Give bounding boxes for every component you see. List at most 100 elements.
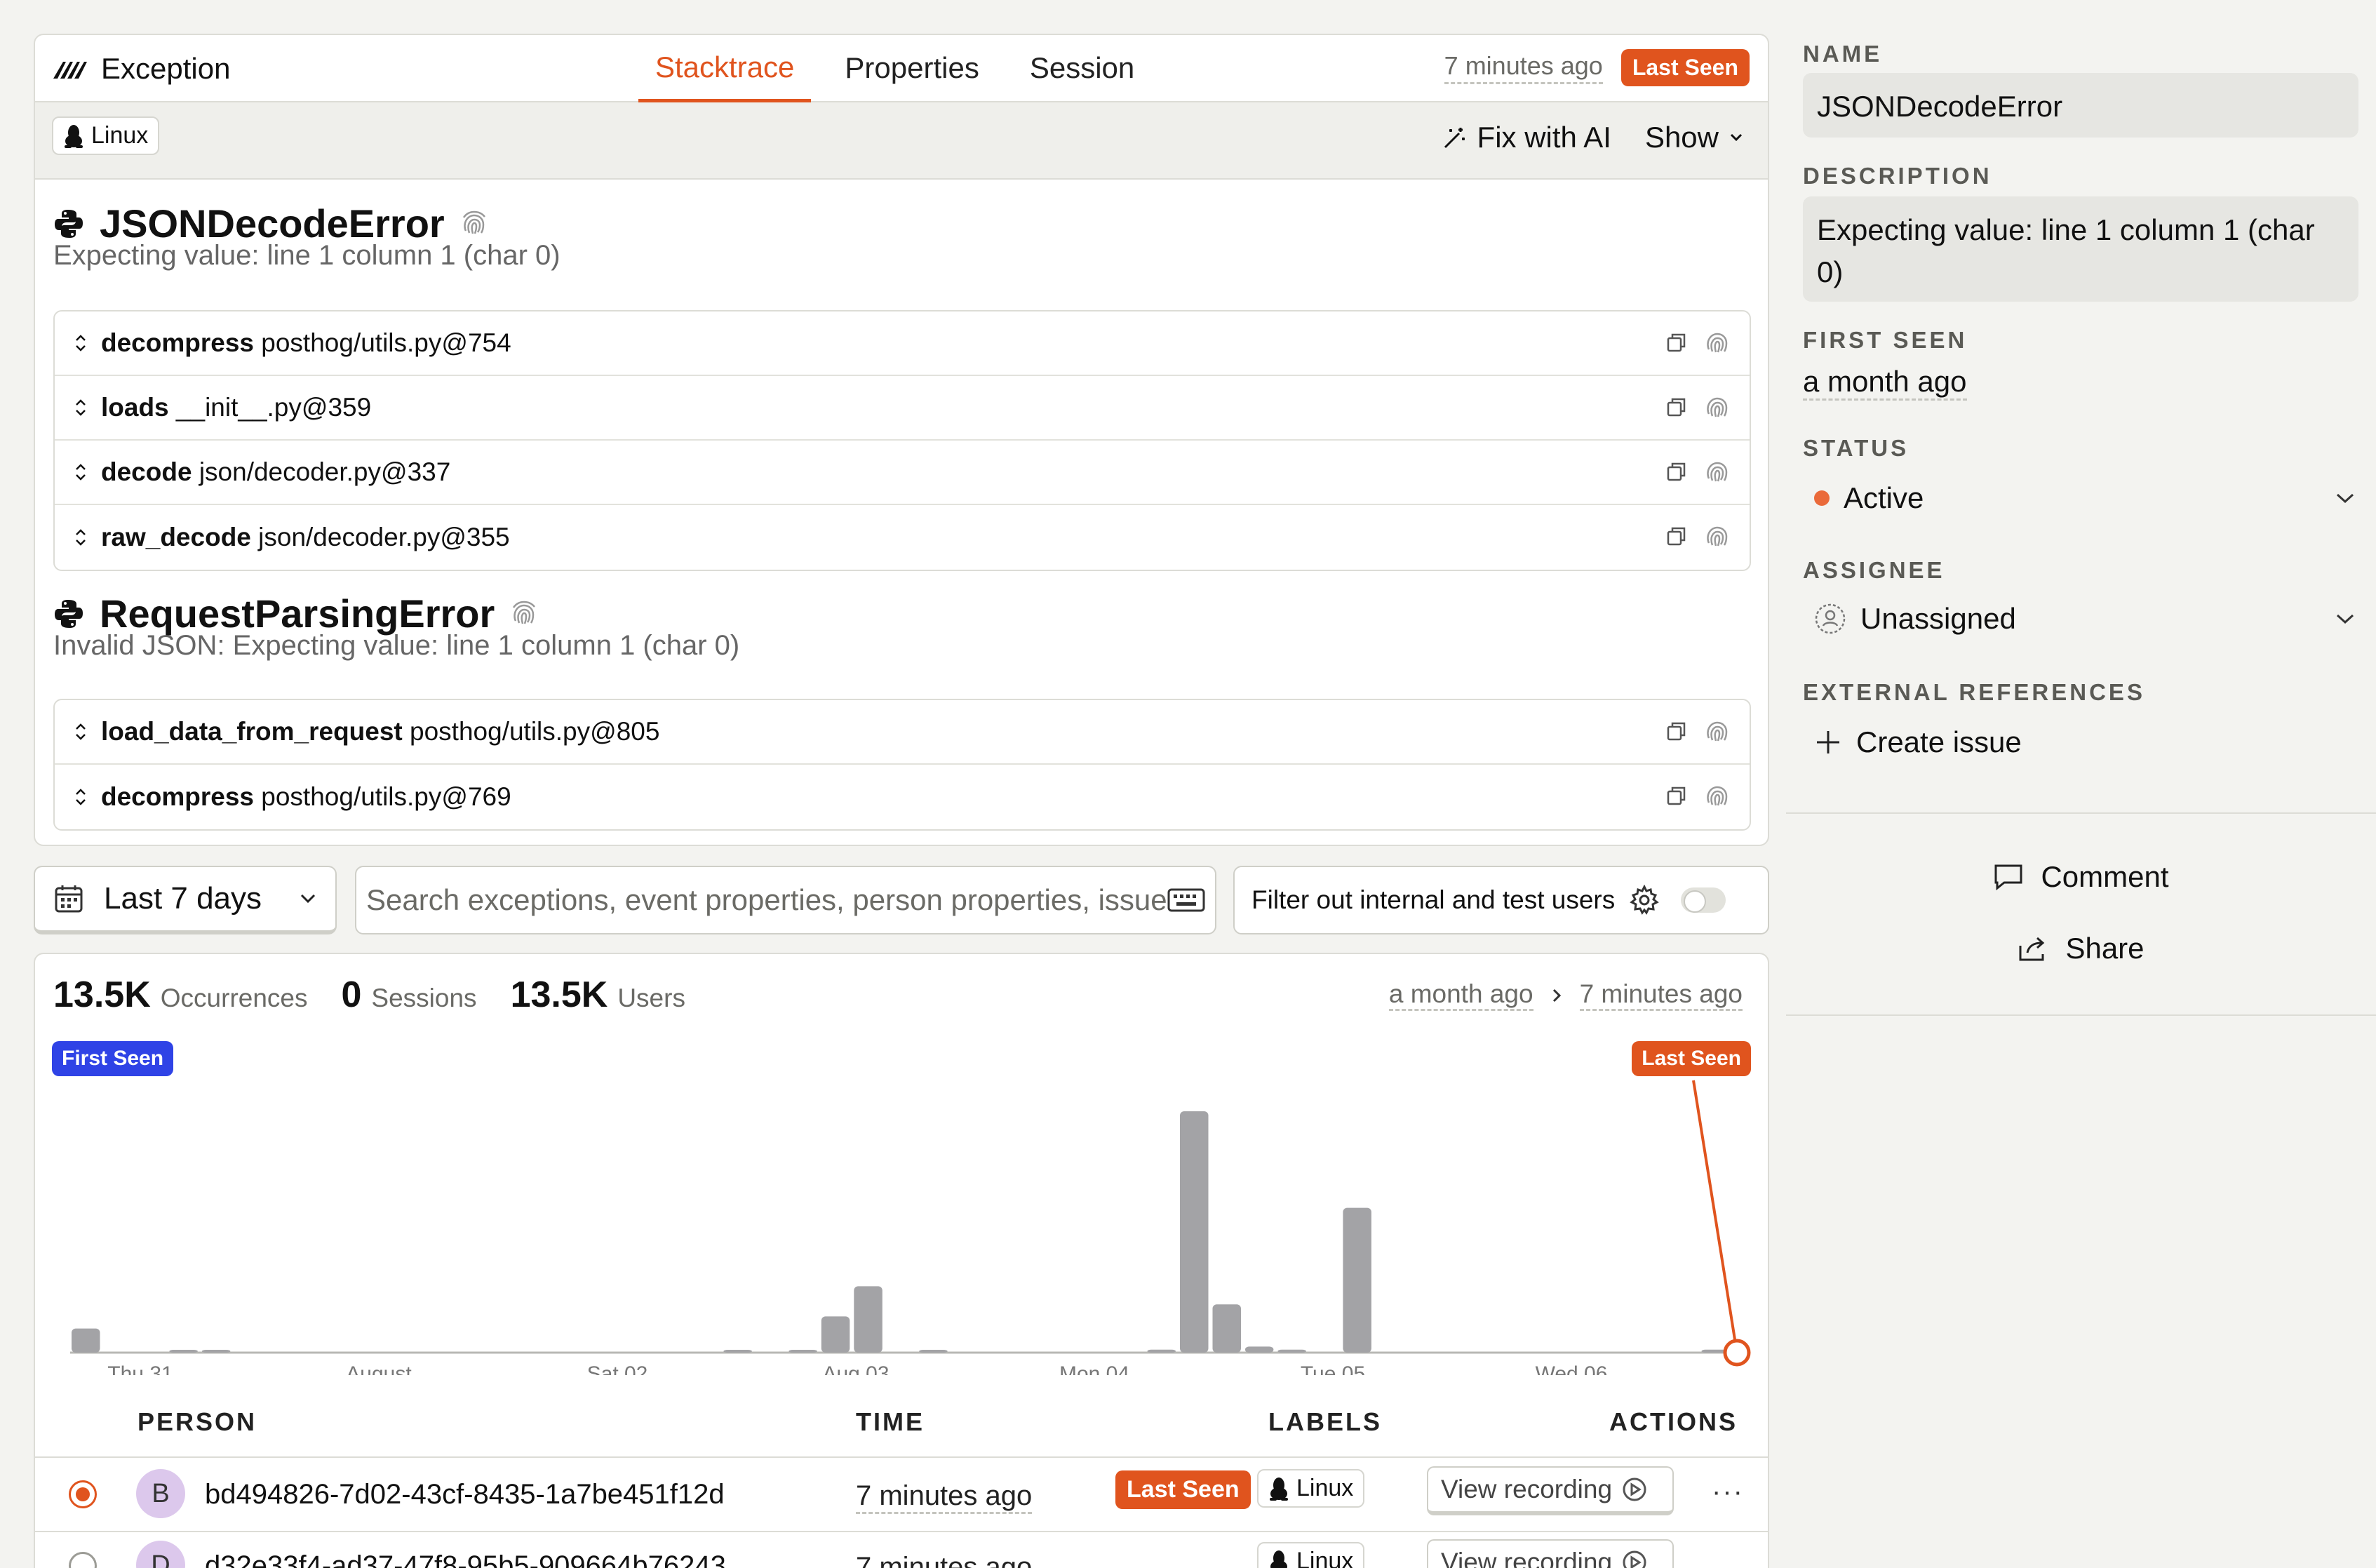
frame-location: json/decoder.py@337 bbox=[199, 457, 451, 486]
copy-icon[interactable] bbox=[1665, 784, 1688, 807]
divider bbox=[1786, 1014, 2376, 1016]
status-value: Active bbox=[1844, 481, 1924, 514]
x-tick-label: Sat 02 bbox=[587, 1362, 648, 1375]
expand-icon[interactable] bbox=[74, 788, 87, 806]
chart-bar[interactable] bbox=[1244, 1346, 1274, 1353]
fix-with-ai-label: Fix with AI bbox=[1477, 121, 1611, 154]
tab-stacktrace[interactable]: Stacktrace bbox=[638, 35, 812, 102]
last-seen-marker[interactable] bbox=[1723, 1339, 1751, 1367]
date-range-label: Last 7 days bbox=[104, 881, 262, 916]
chart-bar[interactable] bbox=[821, 1316, 850, 1353]
linux-icon bbox=[1268, 1550, 1289, 1568]
fingerprint-icon[interactable] bbox=[1703, 457, 1731, 485]
show-label: Show bbox=[1644, 121, 1719, 154]
stack-frame[interactable]: decompress posthog/utils.py@769 bbox=[55, 765, 1750, 829]
tab-session[interactable]: Session bbox=[1013, 35, 1151, 102]
expand-icon[interactable] bbox=[74, 723, 87, 741]
description-field[interactable]: Expecting value: line 1 column 1 (char 0… bbox=[1803, 196, 2358, 302]
expand-icon[interactable] bbox=[74, 334, 87, 352]
stack-frame[interactable]: loads __init__.py@359 bbox=[55, 376, 1750, 441]
table-row[interactable]: B bd494826-7d02-43cf-8435-1a7be451f12d 7… bbox=[35, 1456, 1768, 1531]
assignee-label: ASSIGNEE bbox=[1803, 557, 1945, 583]
chevron-down-icon bbox=[1729, 133, 1744, 142]
column-person: PERSON bbox=[137, 1407, 257, 1436]
chart-bar[interactable] bbox=[1147, 1349, 1176, 1353]
table-row[interactable]: D d32e33f4-ad37-47f8-95b5-909664b76243 7… bbox=[35, 1531, 1768, 1568]
avatar: B bbox=[136, 1469, 185, 1518]
chart-bar[interactable] bbox=[788, 1350, 817, 1353]
share-icon bbox=[2018, 934, 2048, 963]
fingerprint-icon[interactable] bbox=[1703, 328, 1731, 356]
status-dot-icon bbox=[1814, 490, 1830, 506]
row-time: 7 minutes ago bbox=[856, 1552, 1032, 1568]
person-id[interactable]: d32e33f4-ad37-47f8-95b5-909664b76243 bbox=[205, 1550, 726, 1568]
copy-icon[interactable] bbox=[1665, 331, 1688, 354]
row-select-radio[interactable] bbox=[69, 1552, 97, 1568]
fingerprint-icon[interactable] bbox=[510, 600, 538, 628]
chart-bar[interactable] bbox=[169, 1350, 198, 1353]
tab-bar: Stacktrace Properties Session bbox=[638, 35, 1168, 102]
status-select[interactable]: Active bbox=[1814, 481, 2356, 515]
fix-with-ai-button[interactable]: Fix with AI bbox=[1442, 121, 1611, 154]
comment-button[interactable]: Comment bbox=[1786, 860, 2376, 894]
share-button[interactable]: Share bbox=[1786, 932, 2376, 965]
stack-frame[interactable]: raw_decode json/decoder.py@355 bbox=[55, 505, 1750, 570]
tab-properties[interactable]: Properties bbox=[828, 35, 995, 102]
gear-icon[interactable] bbox=[1629, 885, 1660, 916]
person-id[interactable]: bd494826-7d02-43cf-8435-1a7be451f12d bbox=[205, 1479, 725, 1510]
expand-icon[interactable] bbox=[74, 528, 87, 547]
frame-function: loads bbox=[101, 393, 169, 422]
chart-bar[interactable] bbox=[723, 1350, 752, 1353]
calendar-icon bbox=[53, 883, 84, 914]
chart-bar[interactable] bbox=[1212, 1304, 1242, 1353]
search-input[interactable]: Search exceptions, event properties, per… bbox=[355, 866, 1216, 934]
x-tick-label: Aug 03 bbox=[822, 1362, 889, 1375]
chart-bar[interactable] bbox=[919, 1350, 948, 1353]
chevron-down-icon bbox=[2335, 612, 2356, 625]
expand-icon[interactable] bbox=[74, 398, 87, 417]
copy-icon[interactable] bbox=[1665, 460, 1688, 483]
stack-frame[interactable]: decode json/decoder.py@337 bbox=[55, 441, 1750, 505]
view-recording-button[interactable]: View recording bbox=[1427, 1466, 1674, 1515]
user-icon bbox=[1814, 603, 1846, 635]
chart-bar[interactable] bbox=[1180, 1111, 1209, 1353]
copy-icon[interactable] bbox=[1665, 396, 1688, 418]
stack-frame[interactable]: load_data_from_request posthog/utils.py@… bbox=[55, 700, 1750, 765]
os-chip-label: Linux bbox=[1296, 1475, 1354, 1501]
chart-bar[interactable] bbox=[201, 1350, 231, 1353]
chart-bar[interactable] bbox=[1277, 1349, 1306, 1353]
fingerprint-icon[interactable] bbox=[1703, 522, 1731, 550]
copy-icon[interactable] bbox=[1665, 525, 1688, 547]
external-references-label: EXTERNAL REFERENCES bbox=[1803, 679, 2145, 705]
name-label: NAME bbox=[1803, 41, 1883, 67]
view-recording-button[interactable]: View recording bbox=[1427, 1539, 1674, 1568]
row-select-radio[interactable] bbox=[69, 1480, 97, 1508]
chart-bar[interactable] bbox=[72, 1328, 100, 1353]
show-dropdown[interactable]: Show bbox=[1645, 121, 1744, 154]
os-chip: Linux bbox=[1257, 1469, 1365, 1508]
internal-users-toggle[interactable] bbox=[1681, 887, 1726, 913]
keyboard-icon bbox=[1167, 888, 1205, 912]
column-labels: LABELS bbox=[1268, 1407, 1382, 1436]
expand-icon[interactable] bbox=[74, 463, 87, 481]
row-time: 7 minutes ago bbox=[856, 1480, 1033, 1514]
exception-header: Exception Stacktrace Properties Session … bbox=[35, 35, 1768, 102]
create-issue-button[interactable]: Create issue bbox=[1814, 725, 2356, 759]
python-icon bbox=[53, 208, 84, 239]
name-field[interactable]: JSONDecodeError bbox=[1803, 73, 2358, 138]
stack-frames: decompress posthog/utils.py@754 loads __… bbox=[53, 310, 1751, 571]
chart-bar[interactable] bbox=[1343, 1207, 1371, 1353]
fingerprint-icon[interactable] bbox=[1703, 717, 1731, 745]
row-more-menu[interactable]: ··· bbox=[1712, 1476, 1744, 1508]
chart-bar[interactable] bbox=[854, 1286, 882, 1353]
stacktrace-toolbar: Linux Fix with AI Show bbox=[35, 102, 1768, 180]
fingerprint-icon[interactable] bbox=[1703, 782, 1731, 810]
internal-users-filter[interactable]: Filter out internal and test users bbox=[1233, 866, 1769, 934]
assignee-select[interactable]: Unassigned bbox=[1814, 602, 2356, 636]
frame-function: decompress bbox=[101, 328, 254, 357]
fingerprint-icon[interactable] bbox=[1703, 393, 1731, 421]
fingerprint-icon[interactable] bbox=[460, 210, 488, 238]
stack-frame[interactable]: decompress posthog/utils.py@754 bbox=[55, 311, 1750, 376]
date-range-select[interactable]: Last 7 days bbox=[34, 866, 337, 934]
copy-icon[interactable] bbox=[1665, 720, 1688, 742]
